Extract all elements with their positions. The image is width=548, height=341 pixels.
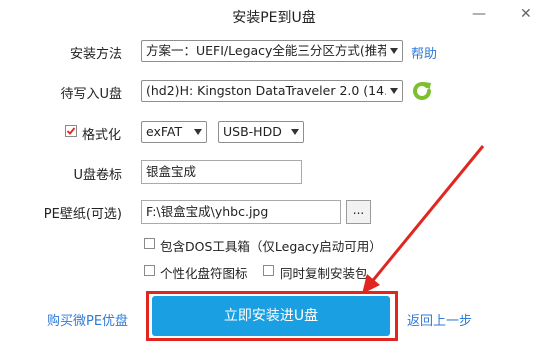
back-link[interactable]: 返回上一步 — [407, 310, 472, 329]
buy-usb-link[interactable]: 购买微PE优盘 — [47, 310, 128, 329]
install-button[interactable]: 立即安装进U盘 — [152, 296, 390, 336]
annotation-arrow-icon — [362, 145, 485, 294]
